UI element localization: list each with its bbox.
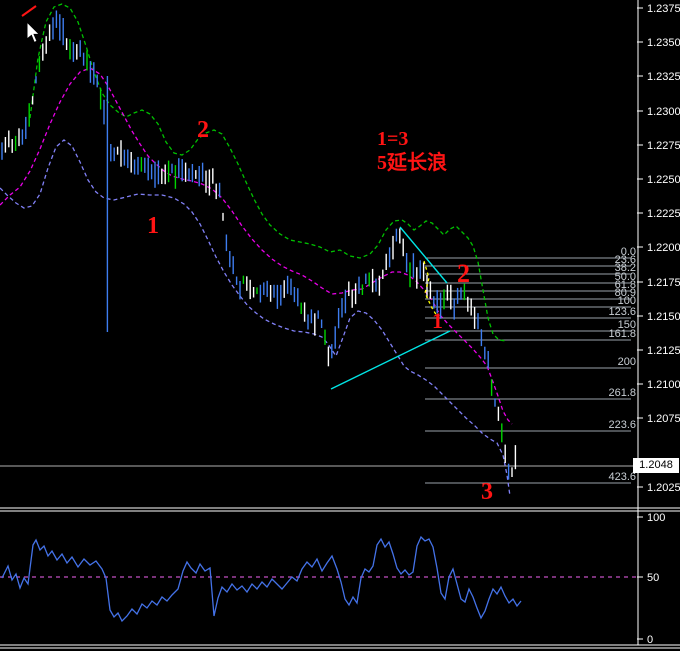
note-wave5-extended: 5延长浪 (377, 152, 447, 174)
price-axis-label[interactable]: 1.2025 (647, 482, 680, 494)
price-axis-label[interactable]: 1.2350 (647, 37, 680, 49)
price-axis-label[interactable]: 1.2150 (647, 311, 680, 323)
price-axis-label[interactable]: 1.2300 (647, 106, 680, 118)
price-axis-label[interactable]: 1.2275 (647, 140, 680, 152)
fib-level-label: 261.8 (608, 387, 636, 399)
price-axis-label[interactable]: 1.2375 (647, 3, 680, 15)
indicator-axis-label[interactable]: 0 (647, 634, 653, 646)
rsi-indicator-line (1, 535, 522, 623)
indicator-axis-label[interactable]: 100 (647, 512, 665, 524)
fib-level-label: 161.8 (608, 328, 636, 340)
price-axis-label[interactable]: 1.2325 (647, 71, 680, 83)
price-axis-label[interactable]: 1.2175 (647, 277, 680, 289)
triangle-trendline[interactable] (330, 330, 451, 390)
note-1-equals-3: 1=3 (377, 128, 409, 150)
price-axis-label[interactable]: 1.2200 (647, 242, 680, 254)
wave-label-1-left: 1 (147, 213, 159, 239)
fib-level-label: 223.6 (608, 419, 636, 431)
wave-label-2-right: 2 (457, 259, 470, 288)
fib-level-label: 200 (618, 356, 636, 368)
fib-level-label: 123.6 (608, 306, 636, 318)
fib-level-label: 423.6 (608, 471, 636, 483)
bollinger-middle-band (0, 67, 513, 425)
red-trendline-mark[interactable] (21, 5, 37, 17)
chart-canvas[interactable]: 0.023.638.250.061.880.9100123.6150161.82… (0, 0, 680, 651)
mouse-cursor (27, 22, 41, 44)
wave-label-1-right: 1 (432, 308, 443, 333)
current-price-tag: 1.2048 (633, 458, 679, 473)
price-axis-label[interactable]: 1.2075 (647, 413, 680, 425)
current-price-value: 1.2048 (639, 459, 673, 471)
price-axis-label[interactable]: 1.2125 (647, 345, 680, 357)
trading-chart-window: 0.0 23.6 38.2 50.0 61.8 80.9 100 123.6 150 161.8 2… (0, 0, 680, 651)
price-axis-label[interactable]: 1.2225 (647, 208, 680, 220)
indicator-axis-label[interactable]: 50 (647, 572, 659, 584)
price-axis-label[interactable]: 1.2250 (647, 174, 680, 186)
wave-label-3: 3 (481, 479, 493, 505)
wave-label-2-left: 2 (197, 117, 209, 143)
price-bars (1, 10, 517, 480)
price-axis-label[interactable]: 1.2100 (647, 379, 680, 391)
